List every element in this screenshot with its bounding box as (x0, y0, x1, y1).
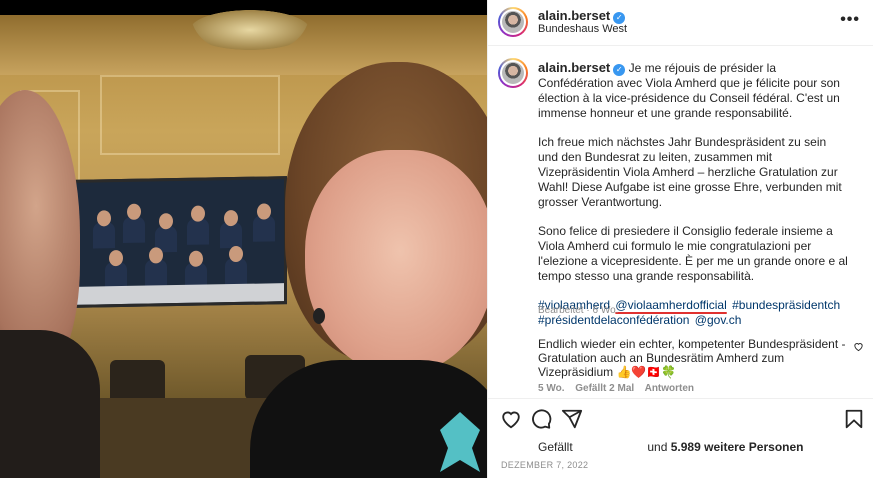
wall-panel (100, 75, 280, 155)
comment-icon[interactable] (530, 408, 552, 430)
person-left-suit (0, 330, 100, 478)
more-options-icon[interactable]: ••• (840, 11, 860, 29)
likes-middle: und (647, 440, 668, 454)
comment-time: 5 Wo. (538, 383, 565, 394)
caption-paragraph: alain.berset ✓ Je me réjouis de présider … (538, 60, 848, 121)
verified-badge-icon: ✓ (613, 64, 626, 76)
caption-username-link[interactable]: alain.berset (538, 60, 610, 75)
comment-likes-link[interactable]: Gefällt 2 Mal (575, 383, 634, 394)
person-right-face (305, 150, 487, 375)
location-link[interactable]: Bundeshaus West (538, 23, 627, 35)
hashtag-link[interactable]: #bundespräsidentch (732, 298, 840, 312)
caption-text-de: Ich freue mich nächstes Jahr Bundespräsi… (538, 135, 842, 209)
post-caption: alain.berset ✓ Je me réjouis de présider … (538, 60, 848, 328)
post-photo[interactable] (0, 0, 487, 478)
caption-text-it: Sono felice di presiedere il Consiglio f… (538, 224, 848, 283)
likes-count[interactable]: 5.989 weitere Personen (671, 440, 804, 454)
tv-screen (72, 176, 287, 308)
edited-meta: Bearbeitet · 6 Wo. (538, 305, 619, 316)
heart-icon[interactable] (500, 408, 522, 430)
comment-text: Endlich wieder ein echter, kompetenter B… (538, 337, 846, 379)
mention-link[interactable]: @violaamherdofficial (615, 298, 726, 312)
username-link[interactable]: alain.berset (538, 8, 610, 23)
post-sidebar: alain.berset ✓ Bundeshaus West ••• alain.… (487, 0, 873, 478)
share-icon[interactable] (561, 408, 583, 430)
likes-prefix: Gefällt (538, 440, 573, 454)
post-header: alain.berset ✓ Bundeshaus West ••• (488, 0, 873, 46)
action-bar (488, 398, 873, 438)
bookmark-icon[interactable] (843, 408, 865, 430)
caption-avatar[interactable] (498, 58, 528, 88)
comment-like-heart-icon[interactable] (853, 341, 864, 355)
mention-link[interactable]: @gov.ch (695, 313, 742, 327)
earring (313, 308, 325, 324)
avatar[interactable] (498, 7, 528, 37)
likes-summary[interactable]: Gefällt und 5.989 weitere Personen (538, 440, 804, 454)
comment-reply-button[interactable]: Antworten (645, 383, 694, 394)
post-date: DEZEMBER 7, 2022 (501, 460, 589, 470)
comment-meta: 5 Wo. Gefällt 2 Mal Antworten (538, 383, 702, 394)
